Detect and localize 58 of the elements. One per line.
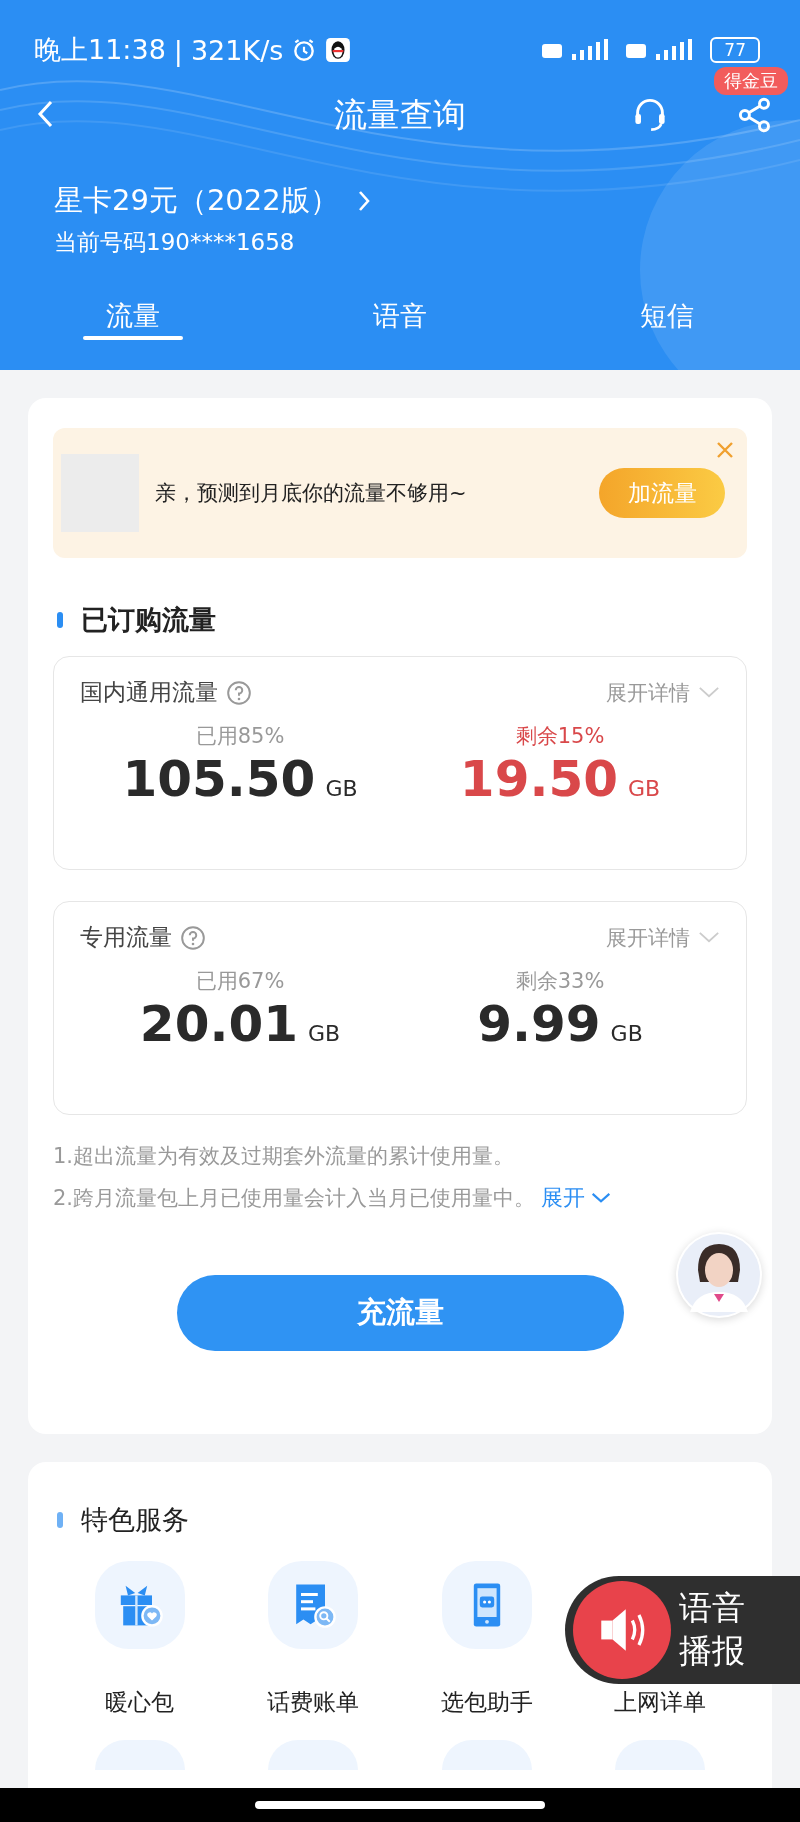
headset-icon[interactable] [632, 97, 668, 133]
chevron-down-icon[interactable] [698, 931, 720, 944]
used-label: 已用67% [195, 968, 285, 995]
tab[interactable]: 流量 [0, 296, 267, 348]
alert-message: 亲，预测到月底你的流量不够用~ [155, 480, 468, 507]
package-name: 专用流量 [80, 923, 172, 952]
phone-number: 当前号码190****1658 [54, 228, 296, 257]
tab[interactable]: 短信 [533, 296, 800, 348]
reward-badge[interactable]: 得金豆 [714, 67, 788, 95]
section-marker [57, 612, 63, 628]
section-title: 已订购流量 [81, 603, 216, 637]
voice-broadcast-button[interactable]: 语音播报 [565, 1576, 800, 1684]
chevron-down-icon[interactable] [591, 1192, 612, 1204]
unit-label: GB [325, 776, 358, 801]
remaining-value: 19.50 [459, 750, 618, 808]
remaining-label: 剩余33% [515, 968, 605, 995]
chevron-right-icon[interactable] [356, 189, 371, 213]
close-icon[interactable] [715, 440, 735, 460]
expand-link[interactable]: 展开 [541, 1183, 586, 1213]
help-icon[interactable] [180, 924, 206, 951]
unit-label: GB [628, 776, 661, 801]
service-label[interactable]: 上网详单 [614, 1687, 707, 1718]
used-label: 已用85% [195, 723, 285, 750]
page-title: 流量查询 [334, 93, 466, 136]
status-time: 晚上11:38 [34, 33, 166, 67]
remaining-value: 9.99 [477, 995, 601, 1053]
service-label[interactable]: 暖心包 [105, 1687, 175, 1718]
expand-details-link[interactable]: 展开详情 [606, 923, 690, 952]
help-icon[interactable] [226, 679, 252, 706]
penguin-icon [325, 37, 352, 63]
service-icon-background[interactable] [94, 1561, 185, 1649]
network-speed: 321K/s [190, 34, 284, 66]
service-label[interactable]: 话费账单 [267, 1687, 360, 1718]
package-name: 国内通用流量 [80, 678, 218, 707]
recharge-button[interactable]: 充流量 [176, 1275, 624, 1351]
expand-details-link[interactable]: 展开详情 [606, 678, 690, 707]
service-icon-background[interactable] [268, 1561, 359, 1649]
add-data-button[interactable]: 加流量 [599, 468, 725, 518]
plan-name[interactable]: 星卡29元（2022版） [54, 181, 339, 221]
separator: | [173, 34, 183, 66]
unit-label: GB [610, 1021, 643, 1046]
note-text: 1.超出流量为有效及过期套外流量的累计使用量。 [53, 1143, 515, 1170]
section-title: 特色服务 [81, 1503, 189, 1537]
used-value: 105.50 [122, 750, 316, 808]
share-icon[interactable] [737, 97, 773, 133]
speaker-icon [573, 1581, 671, 1679]
chevron-down-icon[interactable] [698, 686, 720, 699]
service-label[interactable]: 选包助手 [440, 1687, 533, 1718]
unit-label: GB [308, 1021, 341, 1046]
person-silhouette-icon [676, 1232, 762, 1318]
service-icon-background[interactable] [441, 1561, 532, 1649]
used-value: 20.01 [139, 995, 298, 1053]
assistant-avatar[interactable] [676, 1232, 762, 1318]
note-text: 2.跨月流量包上月已使用量会计入当月已使用量中。 [53, 1185, 536, 1212]
tab[interactable]: 语音 [266, 296, 534, 348]
remaining-label: 剩余15% [515, 723, 605, 750]
section-marker [57, 1512, 63, 1528]
battery-level: 77 [710, 37, 760, 63]
